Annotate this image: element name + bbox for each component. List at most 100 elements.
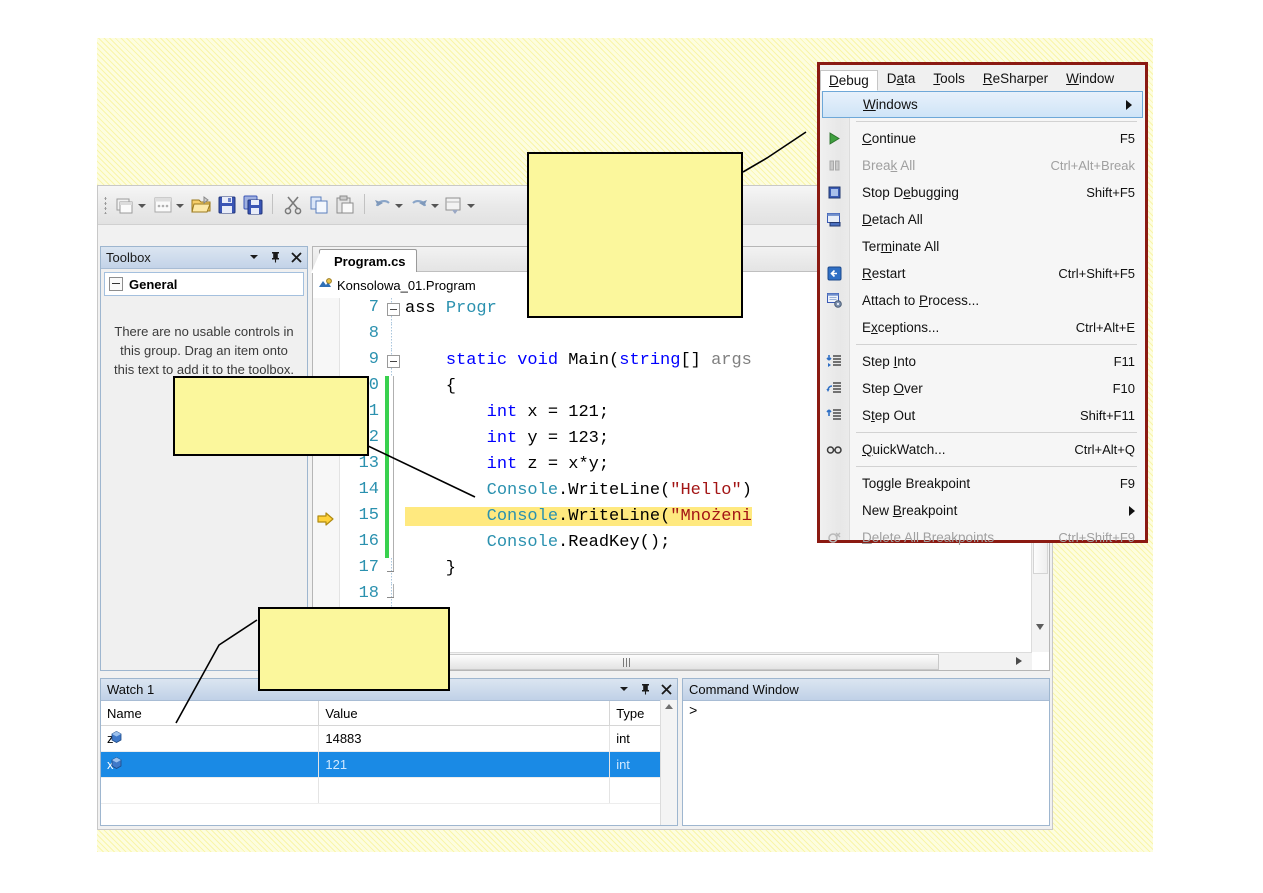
menu-item-label: Step Out bbox=[862, 408, 916, 423]
toolbox-pin-icon[interactable] bbox=[268, 249, 282, 265]
watch-col-value[interactable]: Value bbox=[318, 701, 611, 726]
new-project-dropdown-caret[interactable] bbox=[138, 204, 146, 208]
copy-icon[interactable] bbox=[308, 194, 330, 216]
class-icon bbox=[317, 277, 333, 293]
new-project-icon[interactable] bbox=[114, 194, 136, 216]
save-all-icon[interactable] bbox=[242, 194, 264, 216]
submenu-arrow-icon bbox=[1129, 505, 1135, 516]
menu-item-shortcut: Ctrl+Alt+E bbox=[1075, 320, 1135, 335]
new-item-dropdown-caret[interactable] bbox=[176, 204, 184, 208]
menu-item-windows[interactable]: Windows bbox=[822, 91, 1143, 118]
outlining-line bbox=[393, 428, 394, 454]
watch-name-cell[interactable] bbox=[101, 777, 320, 804]
menubar-item-resharper[interactable]: ReSharper bbox=[974, 68, 1057, 89]
nav-class-name: Konsolowa_01.Program bbox=[337, 277, 476, 293]
watch-name-cell[interactable]: x bbox=[101, 751, 320, 778]
menu-item-terminate-all[interactable]: Terminate All bbox=[820, 233, 1145, 260]
toolbar-grip[interactable] bbox=[104, 196, 107, 214]
code-token: args bbox=[711, 351, 752, 370]
table-row[interactable]: z 14883 int bbox=[101, 725, 677, 752]
undo-dropdown-caret[interactable] bbox=[395, 204, 403, 208]
code-token: Console bbox=[486, 533, 559, 552]
annotation-note-bottom[interactable] bbox=[258, 607, 450, 691]
line-number: 18 bbox=[358, 584, 379, 603]
navigate-dropdown-caret[interactable] bbox=[467, 204, 475, 208]
quickwatch-icon bbox=[826, 441, 843, 458]
paste-icon[interactable] bbox=[334, 194, 356, 216]
outlining-line bbox=[393, 376, 394, 402]
toolbox-close-icon[interactable] bbox=[289, 249, 303, 265]
code-token: .ReadKey(); bbox=[558, 533, 671, 552]
watch-value-cell[interactable]: 14883 bbox=[318, 725, 611, 752]
outlining-collapse-icon[interactable] bbox=[387, 355, 400, 368]
toolbox-group-label: General bbox=[129, 276, 178, 292]
table-row[interactable]: x 121 int bbox=[101, 751, 677, 778]
menu-item-label: Attach to Process... bbox=[862, 293, 980, 308]
redo-dropdown-caret[interactable] bbox=[431, 204, 439, 208]
watch-pin-icon[interactable] bbox=[638, 681, 652, 697]
outlining-end-tick bbox=[387, 571, 394, 572]
menu-item-step-over[interactable]: Step Over F10 bbox=[820, 375, 1145, 402]
toolbox-dropdown-icon[interactable] bbox=[247, 249, 261, 265]
debug-dropdown-menu: Windows Continue F5 Break All Ctrl+Alt+Break… bbox=[820, 91, 1145, 545]
navigate-icon[interactable] bbox=[443, 194, 465, 216]
code-token: int bbox=[486, 455, 518, 474]
menu-item-step-into[interactable]: Step Into F11 bbox=[820, 348, 1145, 375]
menu-item-shortcut: Ctrl+Shift+F5 bbox=[1058, 266, 1135, 281]
annotation-note-middle[interactable] bbox=[173, 376, 369, 456]
line-number: 7 bbox=[368, 298, 379, 317]
save-icon[interactable] bbox=[216, 194, 238, 216]
watch-scroll-up-arrow[interactable] bbox=[665, 704, 673, 709]
menu-item-break-all[interactable]: Break All Ctrl+Alt+Break bbox=[820, 152, 1145, 179]
toolbar-separator-2 bbox=[364, 194, 365, 214]
menu-item-toggle-breakpoint[interactable]: Toggle Breakpoint F9 bbox=[820, 470, 1145, 497]
code-line[interactable]: 17 } bbox=[339, 558, 1049, 584]
code-token: ) bbox=[741, 481, 752, 500]
change-indicator bbox=[385, 480, 389, 506]
command-window-input[interactable]: > bbox=[683, 701, 1049, 723]
watch-vertical-scrollbar[interactable] bbox=[660, 700, 677, 825]
menu-item-attach-to-process[interactable]: Attach to Process... bbox=[820, 287, 1145, 314]
menu-item-stop-debugging[interactable]: Stop Debugging Shift+F5 bbox=[820, 179, 1145, 206]
outlining-line bbox=[393, 480, 394, 506]
menubar-item-data[interactable]: Data bbox=[878, 68, 925, 89]
watch-col-name[interactable]: Name bbox=[101, 701, 320, 726]
watch-value-cell[interactable] bbox=[318, 777, 611, 804]
menu-item-detach-all[interactable]: Detach All bbox=[820, 206, 1145, 233]
outlining-collapse-icon[interactable] bbox=[387, 303, 400, 316]
watch-name-cell[interactable]: z bbox=[101, 725, 320, 752]
menu-item-step-out[interactable]: Step Out Shift+F11 bbox=[820, 402, 1145, 429]
toolbox-group-general[interactable]: General bbox=[104, 272, 304, 296]
outlining-line bbox=[393, 506, 394, 532]
collapse-icon[interactable] bbox=[109, 277, 123, 291]
redo-icon[interactable] bbox=[408, 194, 430, 216]
new-item-icon[interactable] bbox=[152, 194, 174, 216]
table-row[interactable] bbox=[101, 777, 677, 804]
hscroll-right-arrow[interactable] bbox=[1016, 657, 1022, 665]
watch-value-cell[interactable]: 121 bbox=[318, 751, 611, 778]
menu-item-delete-all-breakpoints[interactable]: Delete All Breakpoints Ctrl+Shift+F9 bbox=[820, 524, 1145, 551]
menu-item-shortcut: Shift+F5 bbox=[1086, 185, 1135, 200]
annotation-note-top[interactable] bbox=[527, 152, 743, 318]
menu-separator bbox=[856, 432, 1137, 433]
tab-program-cs[interactable]: Program.cs bbox=[311, 249, 417, 273]
menu-item-restart[interactable]: Restart Ctrl+Shift+F5 bbox=[820, 260, 1145, 287]
code-token: ass bbox=[405, 299, 446, 318]
menu-item-new-breakpoint[interactable]: New Breakpoint bbox=[820, 497, 1145, 524]
menubar-item-debug[interactable]: Debug bbox=[820, 69, 878, 91]
code-token: z = x*y; bbox=[517, 455, 610, 474]
menu-item-label: Step Over bbox=[862, 381, 923, 396]
watch-dropdown-icon[interactable] bbox=[617, 681, 631, 697]
menubar-item-tools[interactable]: Tools bbox=[924, 68, 974, 89]
watch-close-icon[interactable] bbox=[659, 681, 673, 697]
menu-item-quickwatch[interactable]: QuickWatch... Ctrl+Alt+Q bbox=[820, 436, 1145, 463]
open-file-icon[interactable] bbox=[190, 194, 212, 216]
undo-icon[interactable] bbox=[372, 194, 394, 216]
menubar-item-window[interactable]: Window bbox=[1057, 68, 1123, 89]
cut-icon[interactable] bbox=[282, 194, 304, 216]
outlining-line bbox=[393, 532, 394, 558]
menu-item-continue[interactable]: Continue F5 bbox=[820, 125, 1145, 152]
menu-item-exceptions[interactable]: Exceptions... Ctrl+Alt+E bbox=[820, 314, 1145, 341]
vscroll-down-arrow[interactable] bbox=[1036, 624, 1044, 630]
